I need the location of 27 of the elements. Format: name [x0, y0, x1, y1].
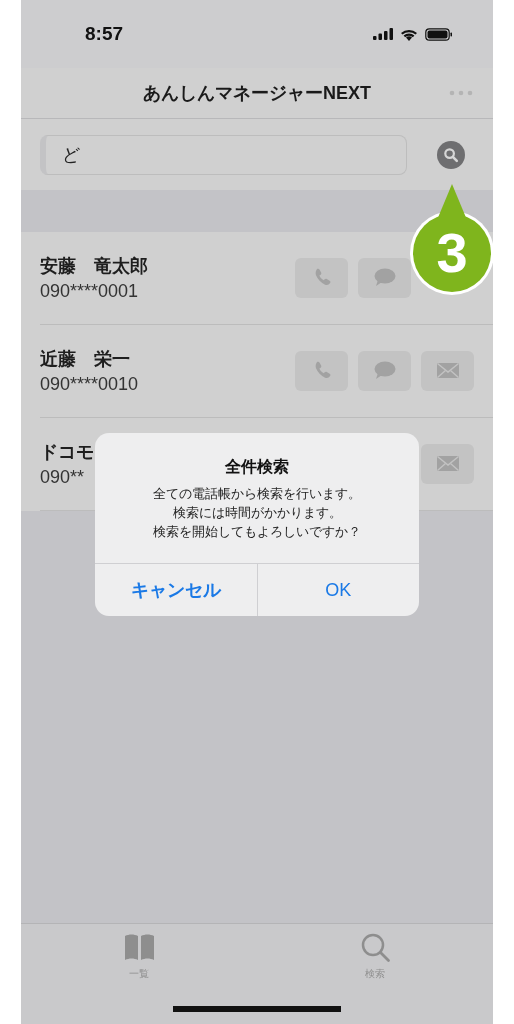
speech-bubble-button[interactable]	[358, 258, 411, 298]
contact-name: 安藤 竜太郎	[40, 255, 148, 278]
search-icon[interactable]	[437, 140, 465, 169]
app-title: あんしんマネージャーNEXT	[143, 82, 371, 105]
signal-icon	[373, 28, 393, 40]
contact-name: ドコモ	[40, 441, 94, 464]
speech-bubble-button[interactable]	[358, 351, 411, 391]
envelope-button[interactable]	[421, 444, 474, 484]
dialog-title: 全件検索	[224, 457, 290, 477]
dialog-message: 全ての電話帳から検索を行います。 検索には時間がかかります。 検索を開始してもよろしいですか？	[152, 485, 362, 541]
contact-name: 近藤 栄一	[40, 348, 131, 371]
envelope-button[interactable]	[421, 351, 474, 391]
phone-button[interactable]	[295, 258, 348, 298]
step-number: 3	[436, 225, 468, 281]
book-icon	[123, 932, 155, 963]
status-time: 8:57	[85, 23, 124, 45]
phone-number: 090****0010	[40, 374, 139, 395]
battery-icon	[425, 27, 453, 41]
search-field[interactable]: ど	[40, 134, 407, 175]
more-icon[interactable]	[449, 90, 473, 96]
phone-number: 090****0001	[40, 281, 140, 302]
phone-number: 090**	[40, 467, 86, 488]
search-icon	[359, 932, 391, 963]
cancel-button[interactable]: キャンセル	[95, 564, 258, 616]
wifi-icon	[400, 27, 418, 41]
ok-button[interactable]: OK	[257, 564, 419, 616]
phone-button[interactable]	[295, 351, 348, 391]
